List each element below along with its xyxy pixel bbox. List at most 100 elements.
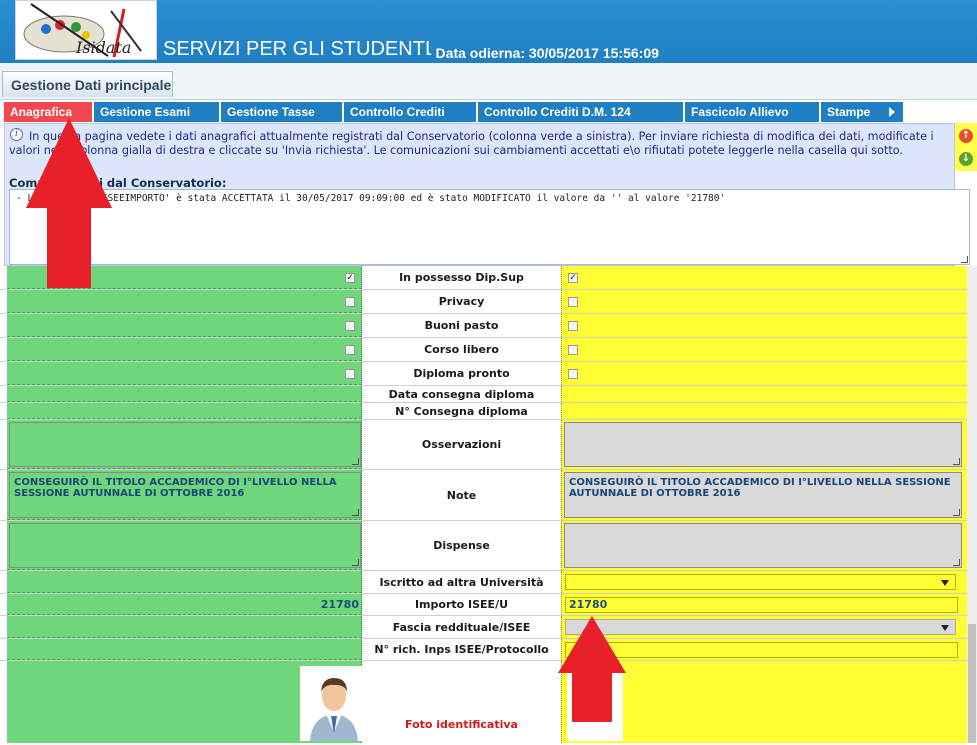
- note-textarea[interactable]: CONSEGUIRÒ IL TITOLO ACCADEMICO DI I°LIV…: [564, 472, 962, 518]
- current-n-consegna: [7, 403, 362, 419]
- current-corso-libero: [7, 338, 362, 361]
- chevron-down-icon: [941, 625, 949, 631]
- label-note: Note: [362, 470, 561, 520]
- row-buoni-pasto: Buoni pasto: [0, 314, 967, 338]
- app-header: Isidata SERVIZI PER GLI STUDENTI - Data …: [0, 0, 977, 63]
- scroll-thumb[interactable]: [968, 624, 976, 743]
- current-buoni-pasto: [7, 314, 362, 337]
- iscritto-select[interactable]: [565, 574, 956, 590]
- row-n-consegna: N° Consegna diploma: [0, 403, 967, 420]
- corso-libero-checkbox[interactable]: [568, 345, 578, 355]
- label-foto: Foto identificativa: [405, 718, 518, 731]
- current-osservazioni: [7, 420, 362, 469]
- label-corso-libero: Corso libero: [362, 338, 561, 361]
- menu-controllo-crediti-dm124[interactable]: Controllo Crediti D.M. 124: [478, 102, 685, 122]
- avatar: [300, 666, 368, 741]
- label-n-consegna: N° Consegna diploma: [362, 403, 561, 419]
- resize-handle-icon[interactable]: [953, 559, 960, 566]
- row-osservazioni: Osservazioni: [0, 420, 967, 470]
- label-importo: Importo ISEE/U: [362, 594, 561, 615]
- app-logo[interactable]: Isidata: [15, 0, 157, 60]
- communications-text: - La modifica 'ISEEIMPORTO' è stata ACCE…: [16, 193, 726, 204]
- label-iscritto: Iscritto ad altra Università: [362, 571, 561, 593]
- edit-corso-libero: [561, 338, 967, 361]
- label-foto-cell: Foto identificativa: [362, 661, 561, 743]
- current-note: CONSEGUIRÒ IL TITOLO ACCADEMICO DI I°LIV…: [7, 470, 362, 520]
- edit-note: CONSEGUIRÒ IL TITOLO ACCADEMICO DI I°LIV…: [561, 470, 967, 520]
- scroll-up-icon[interactable]: ↑: [959, 129, 973, 143]
- label-fascia: Fascia reddituale/ISEE: [362, 616, 561, 638]
- row-fascia: Fascia reddituale/ISEE: [0, 616, 967, 639]
- dip-sup-checkbox[interactable]: ✓: [568, 273, 578, 283]
- edit-diploma-pronto: [561, 362, 967, 385]
- current-privacy: [7, 290, 362, 313]
- resize-handle-icon[interactable]: [953, 509, 960, 516]
- row-dispense: Dispense: [0, 521, 967, 571]
- edit-importo: 21780: [561, 594, 967, 615]
- edit-dip-sup: ✓: [561, 266, 967, 289]
- row-diploma-pronto: Diploma pronto: [0, 362, 967, 386]
- scroll-down-icon[interactable]: ↓: [959, 152, 973, 166]
- checkbox-icon: [345, 345, 355, 355]
- resize-handle-icon[interactable]: [953, 458, 960, 465]
- form-grid: ✓ In possesso Dip.Sup ✓ Privacy Buoni pa…: [0, 266, 977, 743]
- edit-data-consegna[interactable]: [561, 386, 967, 402]
- edit-privacy: [561, 290, 967, 313]
- current-dispense: [7, 521, 362, 570]
- row-privacy: Privacy: [0, 290, 967, 314]
- checkbox-icon: [345, 321, 355, 331]
- label-inps: N° rich. Inps ISEE/Protocollo: [362, 639, 561, 660]
- menu-stampe-label: Stampe: [827, 105, 871, 119]
- logo-text: Isidata: [76, 38, 132, 57]
- osservazioni-current-textarea: [9, 422, 361, 467]
- menu-fascicolo-allievo[interactable]: Fascicolo Allievo: [685, 102, 821, 122]
- dispense-current-textarea: [9, 523, 361, 568]
- user-avatar-icon: [300, 666, 368, 741]
- menu-gestione-tasse[interactable]: Gestione Tasse: [221, 102, 344, 122]
- current-importo: 21780: [7, 594, 362, 615]
- label-diploma-pronto: Diploma pronto: [362, 362, 561, 385]
- checkbox-icon: [345, 297, 355, 307]
- note-current-textarea: CONSEGUIRÒ IL TITOLO ACCADEMICO DI I°LIV…: [9, 472, 361, 518]
- checkbox-icon: [345, 369, 355, 379]
- menu-stampe[interactable]: Stampe: [821, 102, 905, 122]
- diploma-pronto-checkbox[interactable]: [568, 369, 578, 379]
- checkbox-checked-icon: ✓: [345, 273, 355, 283]
- row-iscritto: Iscritto ad altra Università: [0, 571, 967, 594]
- current-fascia: [7, 616, 362, 638]
- row-corso-libero: Corso libero: [0, 338, 967, 362]
- resize-handle-icon[interactable]: [961, 256, 968, 263]
- current-inps: [7, 639, 362, 660]
- current-date: - Data odierna: 30/05/2017 15:56:09: [427, 45, 659, 61]
- label-buoni-pasto: Buoni pasto: [362, 314, 561, 337]
- resize-handle-icon: [352, 458, 359, 465]
- resize-handle-icon: [352, 559, 359, 566]
- menu-controllo-crediti[interactable]: Controllo Crediti: [344, 102, 478, 122]
- buoni-pasto-checkbox[interactable]: [568, 321, 578, 331]
- note-current-text: CONSEGUIRÒ IL TITOLO ACCADEMICO DI I°LIV…: [14, 477, 337, 499]
- label-osservazioni: Osservazioni: [362, 420, 561, 469]
- row-foto: Foto identificativa: [0, 661, 967, 743]
- current-data-consegna: [7, 386, 362, 402]
- scroll-buttons: ↑ ↓: [955, 123, 977, 171]
- importo-current-value: 21780: [320, 598, 359, 611]
- edit-n-consegna[interactable]: [561, 403, 967, 419]
- tab-gestione-dati-principale[interactable]: Gestione Dati principale: [2, 71, 173, 97]
- importo-input[interactable]: 21780: [565, 597, 958, 613]
- row-inps: N° rich. Inps ISEE/Protocollo: [0, 639, 967, 661]
- edit-osservazioni: [561, 420, 967, 469]
- info-text: In questa pagina vedete i dati anagrafic…: [9, 130, 934, 157]
- privacy-checkbox[interactable]: [568, 297, 578, 307]
- note-edit-text: CONSEGUIRÒ IL TITOLO ACCADEMICO DI I°LIV…: [569, 477, 951, 499]
- annotation-arrow-up-icon: [26, 118, 112, 288]
- label-dispense: Dispense: [362, 521, 561, 570]
- edit-iscritto: [561, 571, 967, 593]
- chevron-down-icon: [941, 580, 949, 586]
- page-scrollbar[interactable]: [967, 266, 977, 743]
- section-menu: Anagrafica Gestione Esami Gestione Tasse…: [4, 102, 905, 122]
- edit-dispense: [561, 521, 967, 570]
- osservazioni-textarea[interactable]: [564, 422, 962, 467]
- row-importo: 21780 Importo ISEE/U 21780: [0, 594, 967, 616]
- communications-textarea[interactable]: - La modifica 'ISEEIMPORTO' è stata ACCE…: [9, 189, 970, 265]
- dispense-textarea[interactable]: [564, 523, 962, 568]
